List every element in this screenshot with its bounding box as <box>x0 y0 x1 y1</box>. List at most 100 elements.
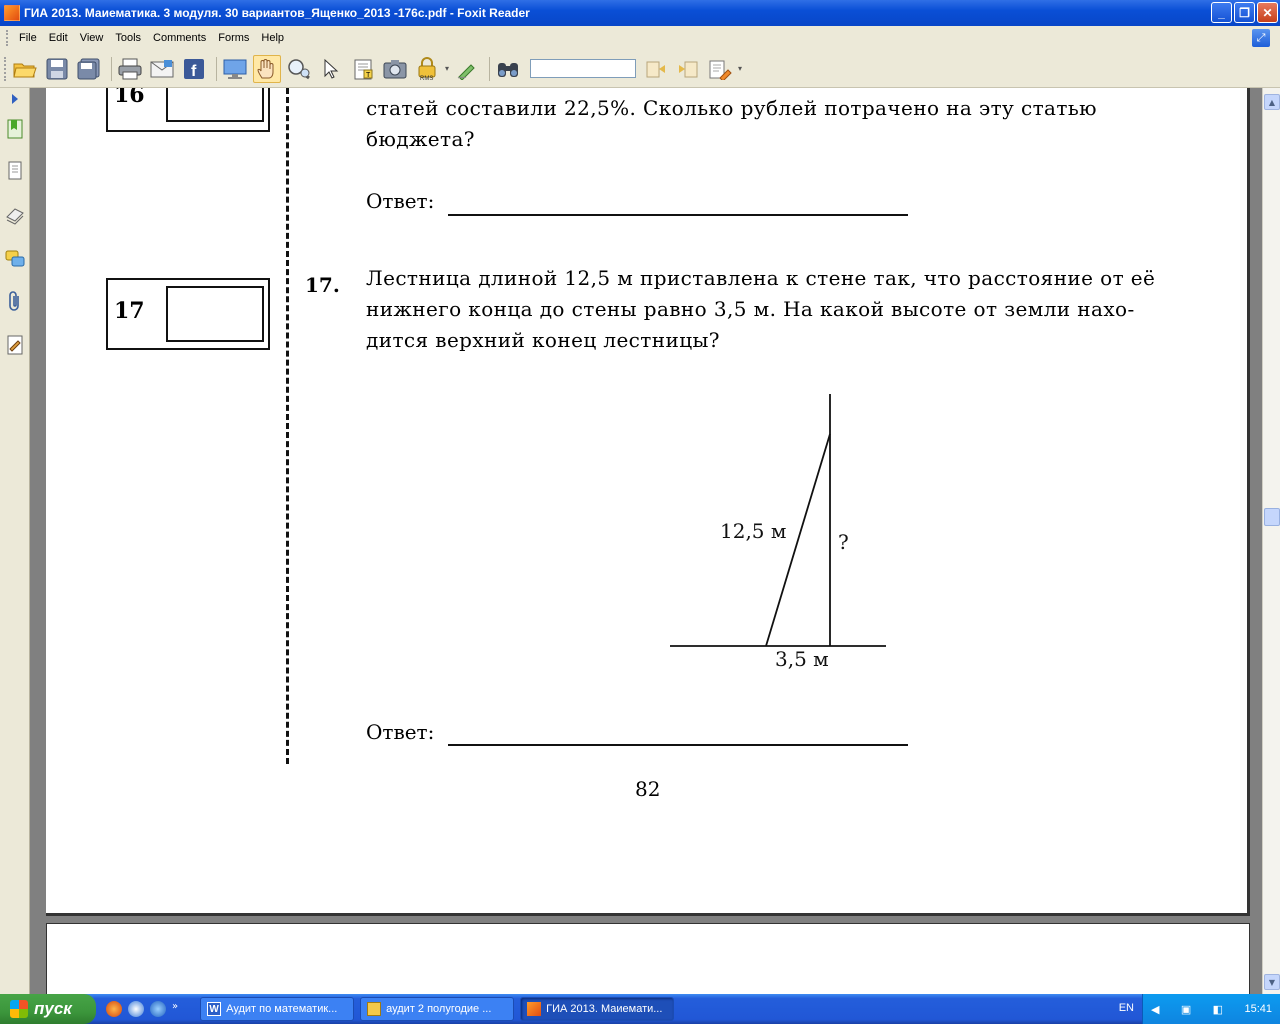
firefox-icon[interactable] <box>106 1001 122 1017</box>
toolbar-separator <box>111 56 112 81</box>
quick-launch-more-icon[interactable]: » <box>172 1001 178 1017</box>
layers-icon[interactable] <box>5 204 25 226</box>
q17-answer-line[interactable] <box>448 744 908 746</box>
pages-icon[interactable] <box>5 160 25 182</box>
select-tool-icon[interactable] <box>317 55 345 83</box>
menu-view[interactable]: View <box>76 32 112 44</box>
expand-panel-icon[interactable] <box>12 94 18 104</box>
signatures-icon[interactable] <box>5 334 25 356</box>
fullscreen-icon[interactable] <box>221 55 249 83</box>
zoom-tool-icon[interactable] <box>285 55 313 83</box>
base-distance-label: 3,5 м <box>775 647 829 671</box>
toolbar-separator <box>489 56 491 81</box>
height-unknown-label: ? <box>838 530 849 554</box>
q16-answer-line[interactable] <box>448 214 908 216</box>
menu-forms[interactable]: Forms <box>214 32 257 44</box>
find-prev-icon[interactable] <box>642 55 670 83</box>
hand-tool-icon[interactable] <box>253 54 281 83</box>
menu-bar: File Edit View Tools Comments Forms Help… <box>0 26 1280 50</box>
scroll-up-icon[interactable]: ▲ <box>1264 94 1280 110</box>
restore-button[interactable]: ❐ <box>1234 2 1255 23</box>
q17-text-line3: дится верхний конец лестницы? <box>366 328 720 352</box>
tray-collapse-icon[interactable]: ◀ <box>1151 1003 1159 1016</box>
find-binoculars-icon[interactable] <box>494 55 522 83</box>
find-input[interactable] <box>530 59 637 78</box>
network-icon[interactable]: ▣ <box>1181 1003 1191 1016</box>
internet-explorer-icon[interactable] <box>150 1001 166 1017</box>
answer-cell-17 <box>166 286 264 342</box>
open-icon[interactable] <box>11 55 39 83</box>
foxit-icon <box>527 1002 542 1016</box>
ladder-length-label: 12,5 м <box>720 519 787 543</box>
task-label-foxit: ГИА 2013. Маиемати... <box>546 1003 663 1015</box>
windows-logo-icon <box>10 1000 28 1018</box>
rms-icon[interactable]: RMS <box>413 55 441 83</box>
pdf-page: 16 17 статей составили 22,5%. Сколько ру… <box>46 88 1250 916</box>
q17-text-line2: нижнего конца до стены равно 3,5 м. На к… <box>366 297 1135 321</box>
menu-file[interactable]: File <box>15 32 45 44</box>
next-pdf-page <box>46 923 1250 994</box>
volume-icon[interactable]: ◧ <box>1213 1003 1223 1016</box>
media-player-icon[interactable] <box>128 1001 144 1017</box>
sign-icon[interactable] <box>453 55 481 83</box>
scroll-down-icon[interactable]: ▼ <box>1264 974 1280 990</box>
svg-text:RMS: RMS <box>420 76 433 81</box>
facebook-icon[interactable]: f <box>180 55 208 83</box>
minimize-button[interactable]: _ <box>1211 2 1232 23</box>
highlight-icon[interactable] <box>706 55 734 83</box>
close-button[interactable]: ✕ <box>1257 2 1278 23</box>
menu-comments[interactable]: Comments <box>149 32 214 44</box>
title-bar: ГИА 2013. Маиематика. 3 модуля. 30 вариа… <box>0 0 1280 26</box>
answer-cell-16 <box>166 88 264 122</box>
start-button[interactable]: пуск <box>0 994 96 1024</box>
vertical-scrollbar[interactable]: ▲ ▼ <box>1262 88 1280 994</box>
scroll-thumb[interactable] <box>1264 508 1280 526</box>
snapshot-icon[interactable] <box>381 55 409 83</box>
toolbar-separator <box>216 56 217 81</box>
window-title: ГИА 2013. Маиематика. 3 модуля. 30 вариа… <box>24 6 530 20</box>
print-icon[interactable] <box>116 55 144 83</box>
restore-document-icon[interactable]: ⤢ <box>1252 29 1270 47</box>
toolbar: f T RMS ▾ ▾ <box>0 50 1280 88</box>
task-button-word[interactable]: W Аудит по математик... <box>200 997 355 1021</box>
page-number: 82 <box>635 777 661 801</box>
menu-grip[interactable] <box>6 30 9 46</box>
toolbar-grip[interactable] <box>4 56 7 81</box>
attachments-icon[interactable] <box>5 290 25 312</box>
clock[interactable]: 15:41 <box>1244 1003 1272 1015</box>
task-label-folder: аудит 2 полугодие ... <box>386 1003 492 1015</box>
language-indicator[interactable]: EN <box>1119 1002 1134 1014</box>
menu-edit[interactable]: Edit <box>45 32 76 44</box>
q17-number: 17. <box>305 273 340 297</box>
word-icon: W <box>207 1002 222 1016</box>
email-icon[interactable] <box>148 55 176 83</box>
answer-box-17: 17 <box>106 278 270 350</box>
menu-help[interactable]: Help <box>257 32 292 44</box>
bookmarks-icon[interactable] <box>5 118 25 140</box>
quick-launch: » <box>106 1001 178 1017</box>
text-select-icon[interactable]: T <box>349 55 377 83</box>
cut-line <box>286 88 289 764</box>
document-view[interactable]: 16 17 статей составили 22,5%. Сколько ру… <box>30 88 1262 994</box>
q16-text-line1: статей составили 22,5%. Сколько рублей п… <box>366 96 1097 120</box>
q16-text-line2: бюджета? <box>366 127 475 151</box>
comments-icon[interactable] <box>5 248 25 270</box>
find-next-icon[interactable] <box>674 55 702 83</box>
menu-tools[interactable]: Tools <box>111 32 149 44</box>
task-label-word: Аудит по математик... <box>226 1003 338 1015</box>
task-button-folder[interactable]: аудит 2 полугодие ... <box>360 997 515 1021</box>
svg-text:T: T <box>366 72 371 79</box>
foxit-app-icon <box>4 5 20 21</box>
system-tray: ◀ ▣ ◧ 15:41 <box>1142 994 1280 1024</box>
box-number-16: 16 <box>114 88 145 108</box>
q17-text-line1: Лестница длиной 12,5 м приставлена к сте… <box>366 266 1156 290</box>
box-number-17: 17 <box>114 298 145 324</box>
save-all-icon[interactable] <box>75 55 103 83</box>
task-button-foxit[interactable]: ГИА 2013. Маиемати... <box>520 997 675 1021</box>
folder-icon <box>367 1002 382 1016</box>
q16-answer-label: Ответ: <box>366 189 435 213</box>
q17-answer-label: Ответ: <box>366 720 435 744</box>
start-label: пуск <box>34 999 72 1018</box>
save-icon[interactable] <box>43 55 71 83</box>
svg-text:f: f <box>191 63 197 80</box>
